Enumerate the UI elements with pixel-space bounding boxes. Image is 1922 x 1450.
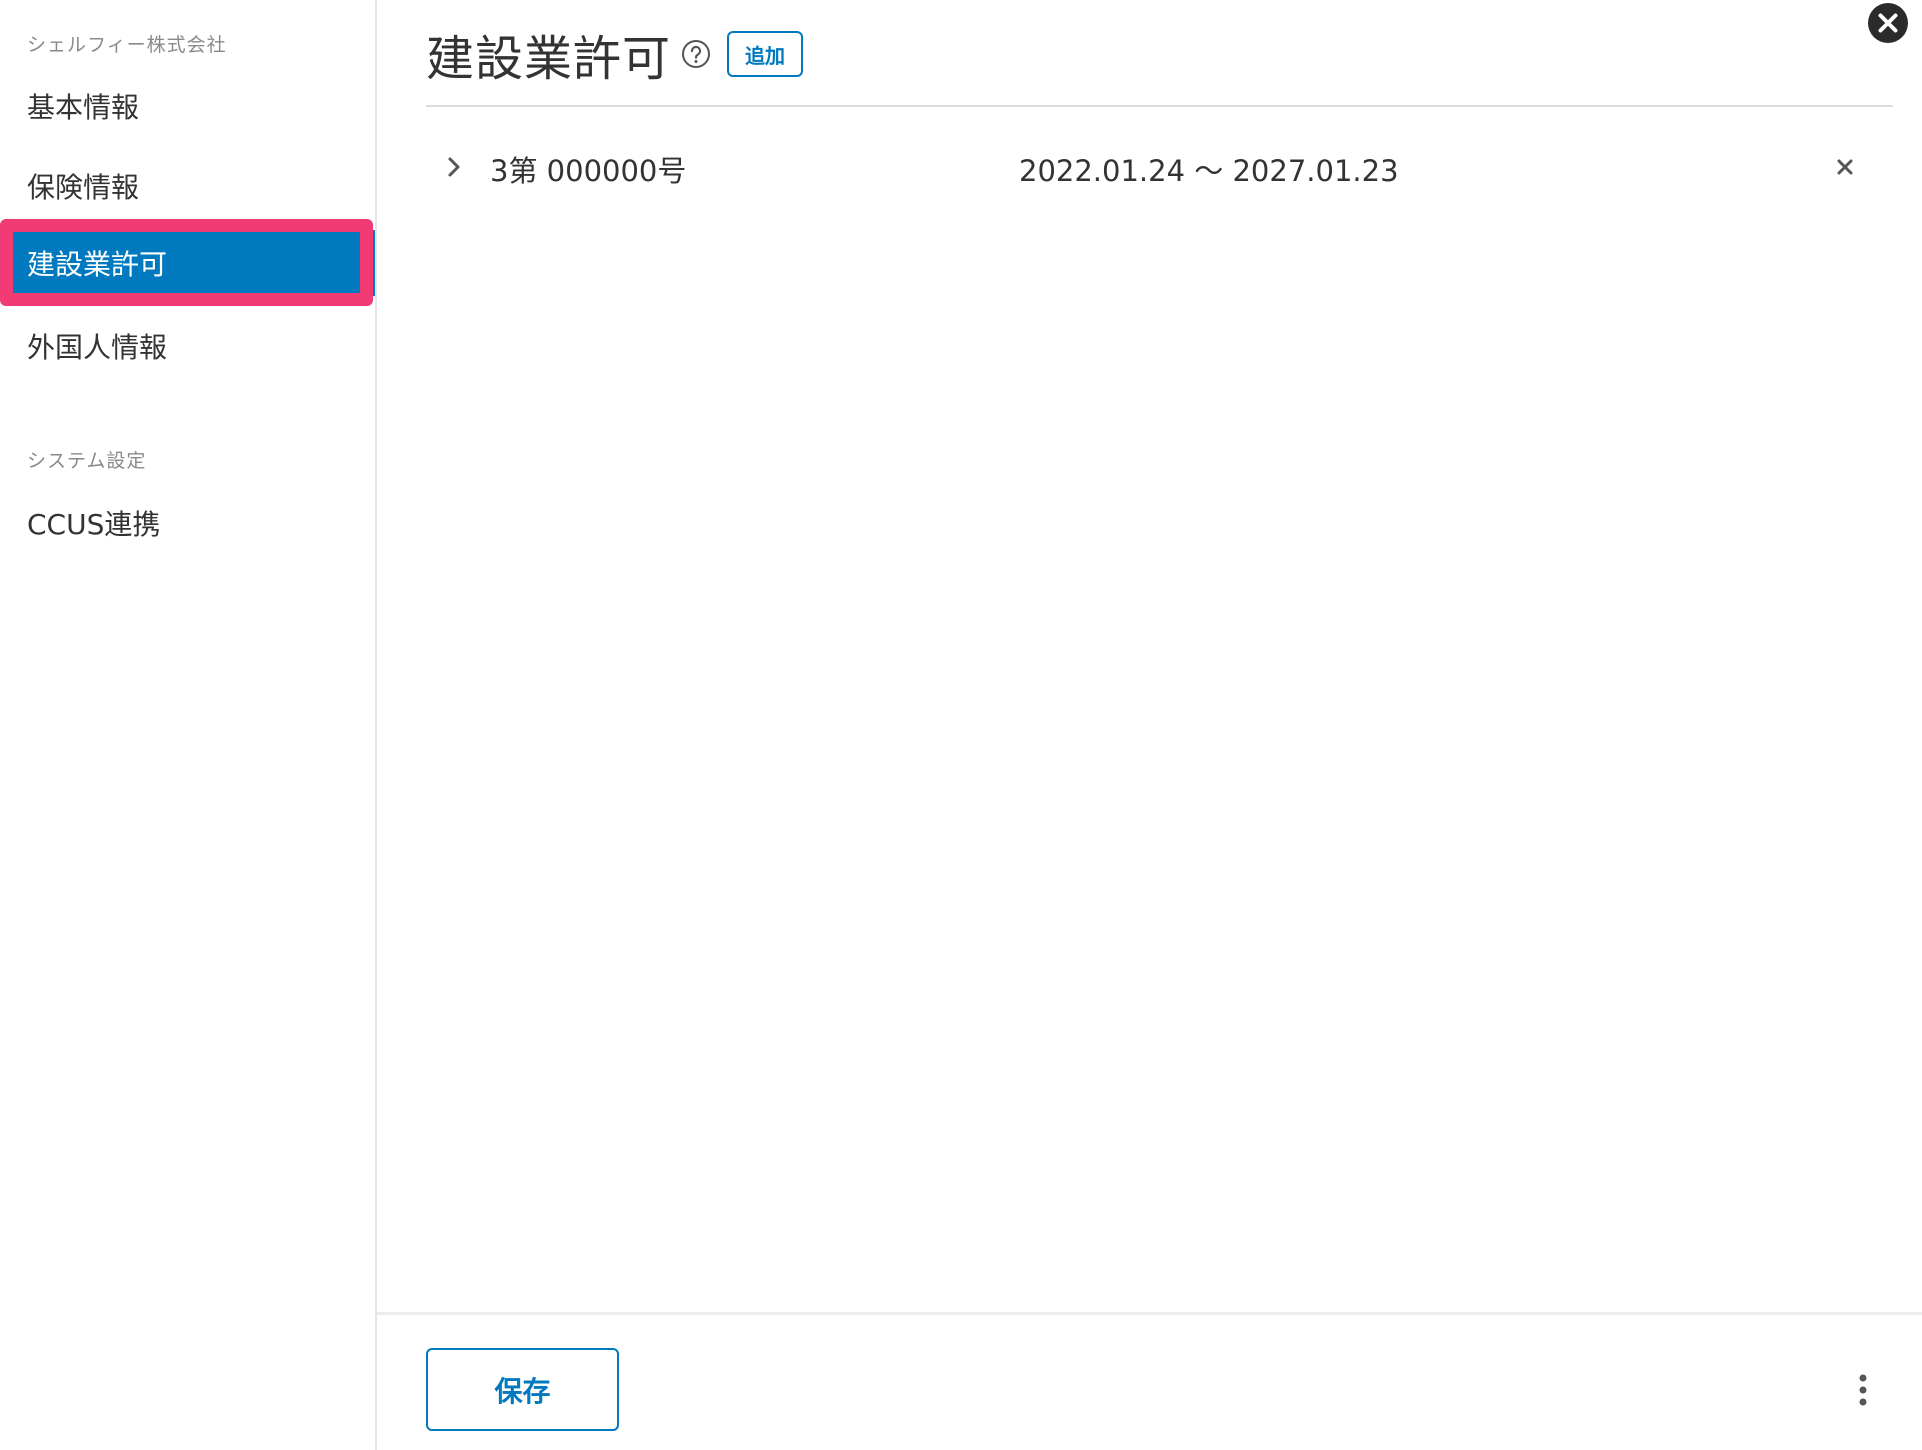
permit-period: 2022.01.24 ～ 2027.01.23 — [1019, 154, 1399, 188]
add-button[interactable]: 追加 — [727, 31, 804, 77]
page: シェルフィー株式会社 基本情報 保険情報 建設業許可 外国人情報 システム設定 … — [0, 0, 1922, 1450]
header: 建設業許可 追加 — [426, 20, 804, 88]
sidebar-item-foreigner-info[interactable]: 外国人情報 — [0, 310, 375, 382]
delete-icon[interactable] — [1832, 154, 1858, 180]
vertical-ellipsis-icon[interactable] — [1855, 1373, 1871, 1407]
permit-row[interactable]: 3第 000000号 2022.01.24 ～ 2027.01.23 — [426, 140, 1893, 196]
header-divider — [426, 105, 1893, 107]
footer-divider — [377, 1312, 1922, 1315]
page-title: 建設業許可 — [426, 31, 672, 87]
sidebar: シェルフィー株式会社 基本情報 保険情報 建設業許可 外国人情報 システム設定 … — [0, 0, 377, 1450]
sidebar-item-basic-info[interactable]: 基本情報 — [0, 70, 375, 142]
save-button[interactable]: 保存 — [426, 1348, 619, 1431]
sidebar-item-label: 保険情報 — [27, 171, 140, 204]
close-circle-icon[interactable] — [1867, 2, 1909, 44]
question-circle-icon[interactable] — [681, 39, 711, 69]
sidebar-section-company: シェルフィー株式会社 — [27, 34, 227, 56]
sidebar-item-label: 外国人情報 — [27, 331, 168, 364]
sidebar-item-label: 建設業許可 — [27, 248, 168, 281]
sidebar-section-system: システム設定 — [27, 450, 147, 472]
sidebar-item-ccus[interactable]: CCUS連携 — [0, 487, 375, 559]
main-panel: 建設業許可 追加 3第 000000号 2022.01.24 ～ 2027.01… — [377, 0, 1922, 1450]
permit-number: 3第 000000号 — [490, 154, 687, 188]
sidebar-item-construction-permit[interactable]: 建設業許可 — [0, 230, 375, 296]
sidebar-item-label: 基本情報 — [27, 91, 140, 124]
sidebar-item-label: CCUS連携 — [27, 508, 161, 541]
chevron-right-icon[interactable] — [444, 152, 466, 182]
sidebar-item-insurance-info[interactable]: 保険情報 — [0, 150, 375, 222]
